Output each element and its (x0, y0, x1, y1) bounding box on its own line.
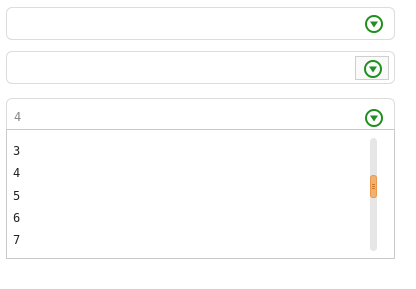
combobox-2[interactable] (6, 51, 395, 84)
list-item[interactable]: 4 (13, 162, 20, 184)
scrollbar-track[interactable] (370, 138, 377, 251)
combobox-3-dropdown-button[interactable] (364, 108, 384, 128)
chevron-down-circle-icon (365, 109, 383, 127)
list-item[interactable]: 7 (13, 229, 20, 251)
chevron-down-circle-icon (364, 60, 382, 78)
combobox-1-dropdown-button[interactable] (364, 14, 384, 34)
combobox-2-dropdown-button[interactable] (355, 56, 389, 80)
combobox-1[interactable] (6, 7, 395, 40)
list-item[interactable]: 6 (13, 207, 20, 229)
scrollbar-thumb[interactable] (370, 175, 377, 198)
list-item[interactable]: 5 (13, 185, 20, 207)
combobox-3[interactable]: 4 (6, 98, 395, 130)
combobox-3-value: 4 (14, 110, 22, 124)
list-item[interactable]: 3 (13, 140, 20, 162)
combobox-3-dropdown-list: 3 4 5 6 7 (6, 129, 395, 259)
chevron-down-circle-icon (365, 15, 383, 33)
